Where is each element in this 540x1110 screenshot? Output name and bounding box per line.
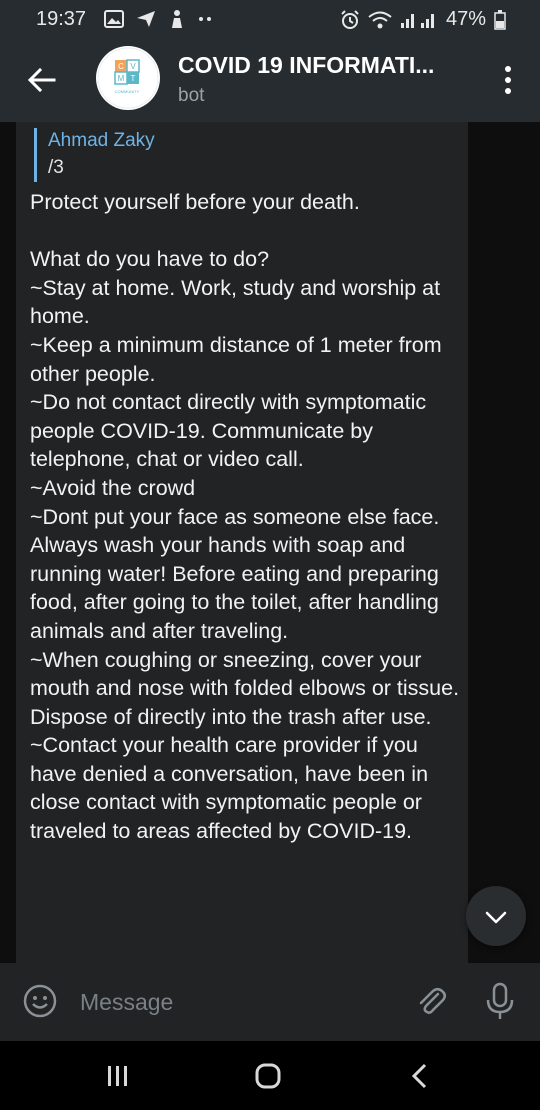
send-status-icon — [137, 11, 155, 27]
avatar-caption: COMMUNITY — [115, 89, 140, 94]
chat-title[interactable]: COVID 19 INFORMATI... — [178, 52, 468, 79]
reply-text: /3 — [48, 157, 64, 178]
notification-icons — [104, 9, 214, 29]
reply-author: Ahmad Zaky — [48, 130, 155, 151]
avatar-letter: V — [130, 62, 136, 71]
signal-icon — [400, 13, 434, 28]
reply-preview[interactable]: Ahmad Zaky /3 — [34, 128, 155, 182]
message-input-bar — [0, 963, 540, 1041]
recent-apps-icon[interactable] — [100, 1061, 136, 1091]
battery-icon — [494, 9, 506, 30]
home-icon[interactable] — [250, 1059, 286, 1093]
avatar-letter: T — [131, 74, 136, 83]
more-vert-icon[interactable] — [498, 64, 518, 96]
system-nav-bar — [0, 1041, 540, 1110]
wifi-icon — [368, 11, 392, 28]
status-right: 47% — [340, 8, 506, 31]
chat-header: C V M T COMMUNITY COVID 19 INFORMATI... … — [0, 38, 540, 122]
message-text: Protect yourself before your death. What… — [30, 190, 460, 844]
alarm-icon — [341, 9, 359, 29]
mic-icon[interactable] — [482, 981, 518, 1021]
message-bubble[interactable]: Ahmad Zaky /3 Protect yourself before yo… — [16, 122, 468, 963]
more-notifications-icon — [199, 17, 211, 21]
message-input[interactable] — [78, 981, 402, 1023]
chat-area[interactable]: Ahmad Zaky /3 Protect yourself before yo… — [0, 122, 540, 963]
back-arrow-icon[interactable] — [26, 64, 58, 96]
emoji-icon[interactable] — [22, 983, 58, 1019]
scroll-down-button[interactable] — [466, 886, 526, 946]
gallery-icon — [104, 10, 124, 28]
community-logo: C V M T COMMUNITY — [97, 47, 159, 109]
battery-percent: 47% — [445, 8, 486, 30]
hand-icon — [172, 10, 182, 28]
status-time: 19:37 — [36, 8, 87, 30]
avatar-letter: C — [118, 62, 124, 71]
attach-icon[interactable] — [412, 981, 452, 1021]
nav-back-icon[interactable] — [402, 1059, 438, 1093]
avatar-letter: M — [118, 74, 125, 83]
chat-subtitle: bot — [178, 85, 205, 106]
bot-avatar[interactable]: C V M T COMMUNITY — [96, 46, 160, 110]
status-bar: 19:37 47% — [0, 0, 540, 38]
chevron-down-icon — [485, 911, 507, 924]
